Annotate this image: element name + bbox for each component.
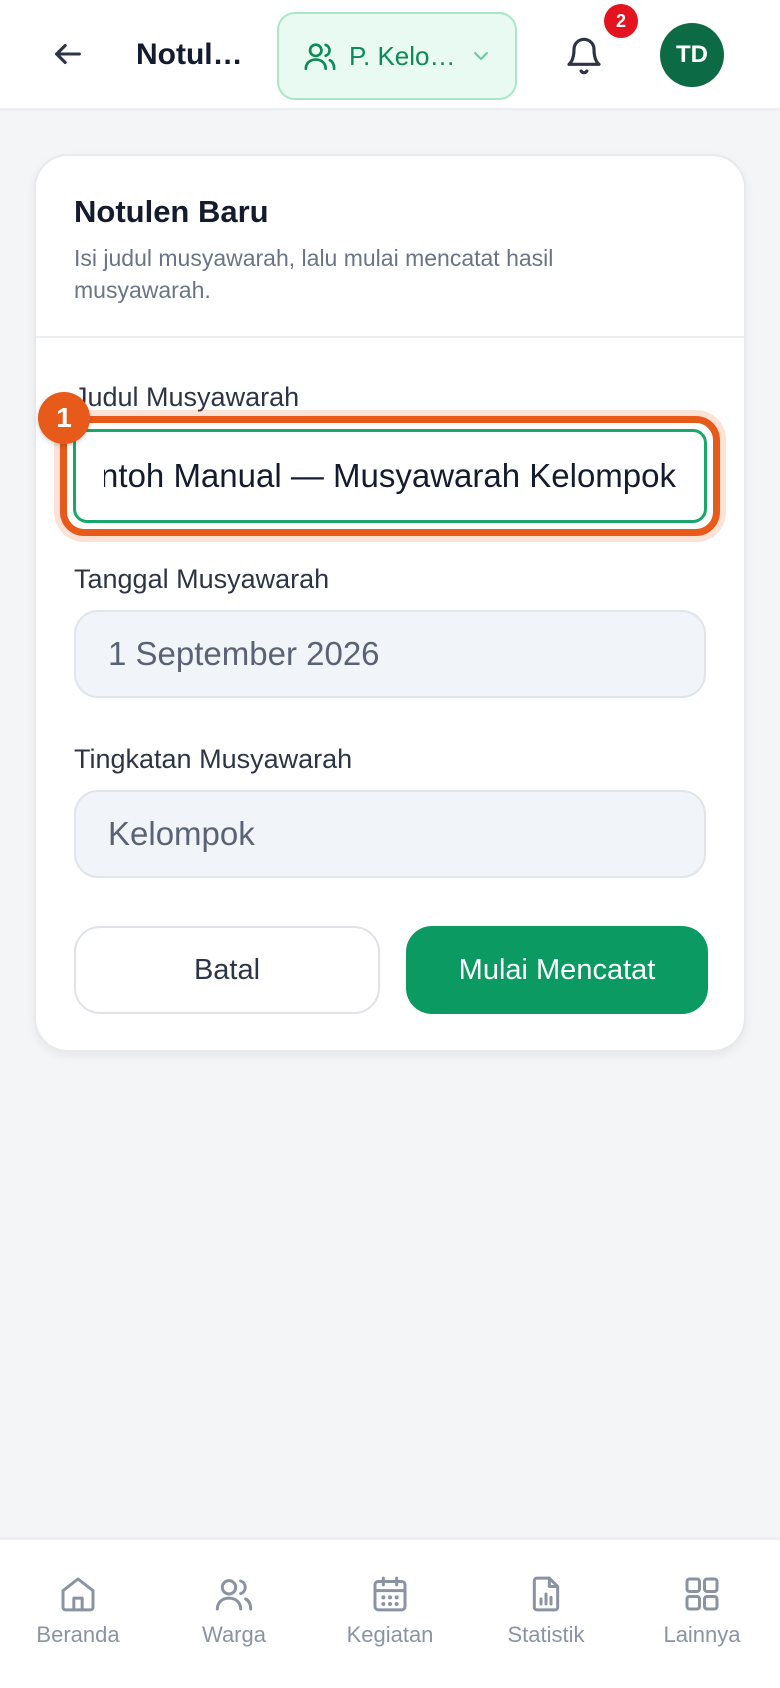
home-icon: [61, 1577, 95, 1612]
tingkatan-value: Kelompok: [108, 815, 255, 852]
arrow-left-icon: [55, 43, 81, 65]
chart-file-icon: [532, 1576, 560, 1612]
judul-highlight-frame: [60, 416, 720, 536]
cancel-button[interactable]: Batal: [74, 926, 380, 1014]
tanggal-label: Tanggal Musyawarah: [74, 564, 330, 594]
nav-item-statistik[interactable]: Statistik: [468, 1574, 624, 1648]
users-icon: [304, 43, 336, 71]
nav-item-kegiatan[interactable]: Kegiatan: [312, 1574, 468, 1648]
card-subtitle: Isi judul musyawarah, lalu mulai mencata…: [74, 245, 554, 303]
judul-label: Judul Musyawarah: [74, 382, 300, 412]
nav-item-beranda[interactable]: Beranda: [0, 1574, 156, 1648]
group-selector-label: P. Kelompok: [349, 40, 459, 71]
grid-icon: [685, 1577, 719, 1611]
nav-label: Kegiatan: [346, 1622, 434, 1647]
card-title: Notulen Baru: [74, 194, 269, 229]
notifications-button[interactable]: [560, 30, 608, 82]
tanggal-value: 1 September 2026: [108, 635, 380, 672]
step-marker: 1: [38, 392, 90, 444]
nav-item-warga[interactable]: Warga: [156, 1574, 312, 1648]
page-title: Notulen Baru: [136, 38, 248, 71]
nav-label: Lainnya: [663, 1622, 741, 1647]
divider: [36, 336, 744, 338]
bell-icon: [567, 37, 601, 75]
calendar-icon: [373, 1576, 407, 1612]
new-minutes-card: Notulen Baru Isi judul musyawarah, lalu …: [34, 154, 746, 1052]
judul-input[interactable]: [73, 429, 707, 523]
top-app-bar: Notulen Baru P. Kelompok 2 TD: [0, 0, 780, 110]
bottom-navigation: Beranda Warga Kegiatan Statistik Lainnya: [0, 1538, 780, 1688]
nav-label: Statistik: [507, 1622, 585, 1647]
users-icon: [215, 1579, 253, 1611]
nav-item-lainnya[interactable]: Lainnya: [624, 1574, 780, 1648]
back-button[interactable]: [44, 30, 92, 78]
notification-badge: 2: [604, 4, 638, 38]
user-avatar[interactable]: TD: [660, 23, 724, 87]
tingkatan-label: Tingkatan Musyawarah: [74, 744, 353, 774]
group-selector[interactable]: P. Kelompok: [277, 12, 517, 100]
chevron-down-icon: [474, 52, 488, 60]
nav-label: Beranda: [36, 1622, 120, 1647]
start-recording-button[interactable]: Mulai Mencatat: [406, 926, 708, 1014]
tingkatan-field: Kelompok: [74, 790, 706, 878]
nav-label: Warga: [202, 1622, 266, 1647]
tanggal-field: 1 September 2026: [74, 610, 706, 698]
